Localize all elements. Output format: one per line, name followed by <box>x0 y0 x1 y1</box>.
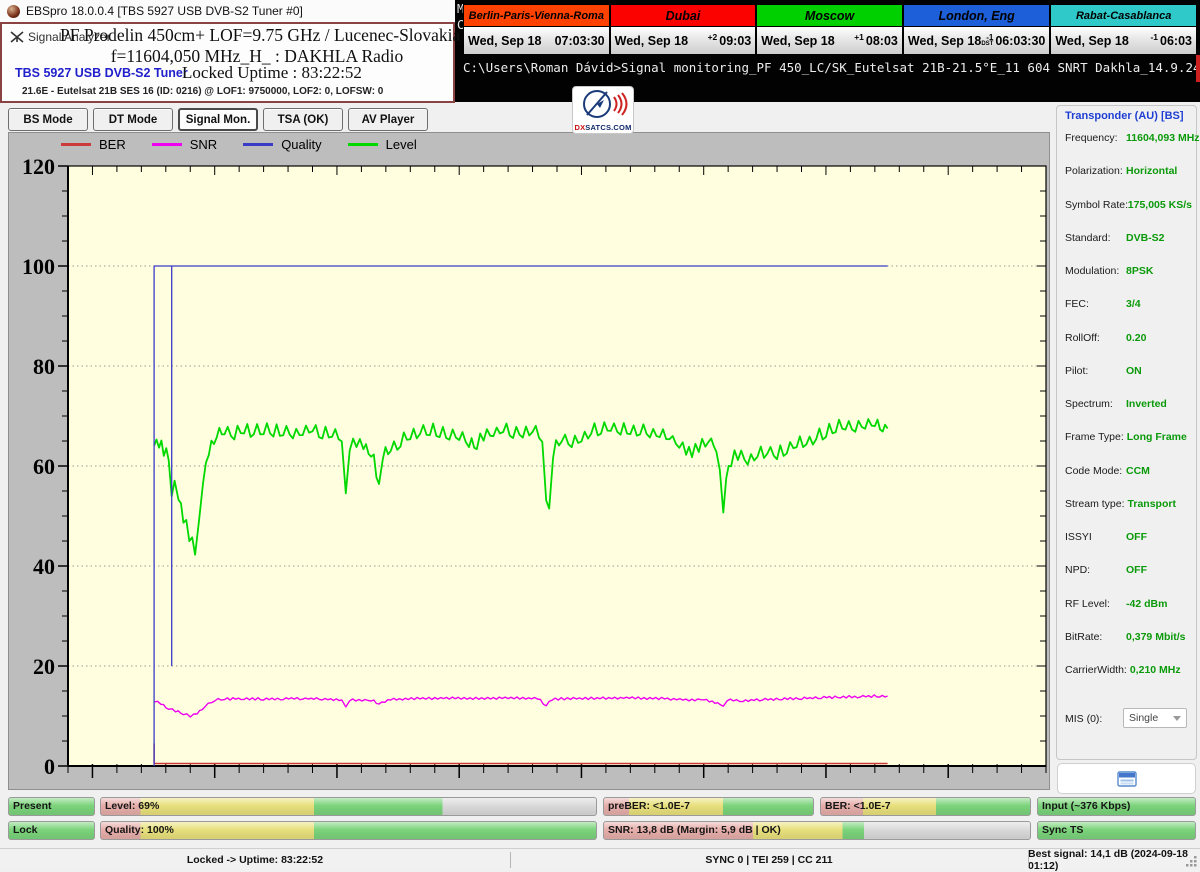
transponder-row: Symbol Rate: 175,005 KS/s <box>1065 198 1192 211</box>
clock-time: Wed, Sep 18 +2 09:03 <box>609 27 757 55</box>
gauge-label: Present <box>13 800 52 812</box>
gauge-lock: Lock <box>8 821 95 840</box>
clock-city: Moscow <box>756 4 903 27</box>
transponder-row: Stream type: Transport <box>1065 497 1176 510</box>
logo-text: DXSATCS.COM <box>574 123 632 132</box>
legend-item: Quality <box>243 137 322 152</box>
clock-city: Dubai <box>609 4 757 27</box>
tab-tsa-ok-[interactable]: TSA (OK) <box>263 108 343 131</box>
clock-time: Wed, Sep 18 -1 DST 06:03:30 <box>902 27 1051 55</box>
gauge-label: preBER: <1.0E-7 <box>608 800 690 812</box>
transponder-panel: Transponder (AU) [BS] Frequency: 11604,09… <box>1056 105 1200 760</box>
clock-city: Berlin-Paris-Vienna-Roma <box>463 4 610 27</box>
transponder-row: Modulation: 8PSK <box>1065 265 1154 277</box>
transponder-row: Frame Type: Long Frame <box>1065 431 1187 444</box>
y-axis-label: 40 <box>33 554 55 579</box>
gauge-preber: preBER: <1.0E-7 <box>603 797 814 816</box>
gauge-label: Sync TS <box>1042 824 1084 836</box>
tab-signal-mon-[interactable]: Signal Mon. <box>178 108 258 131</box>
antenna-icon <box>10 31 24 43</box>
app-icon <box>7 4 20 18</box>
gauge-label: Quality: 100% <box>105 824 174 836</box>
clock-time: Wed, Sep 18 +1 08:03 <box>756 27 903 55</box>
ts-record-button[interactable] <box>1057 763 1196 794</box>
gauge-ber: BER: <1.0E-7 <box>820 797 1031 816</box>
transponder-row: CarrierWidth: 0,210 MHz <box>1065 664 1181 676</box>
tab-bs-mode[interactable]: BS Mode <box>8 108 88 131</box>
legend-item: SNR <box>151 137 217 152</box>
tab-av-player[interactable]: AV Player <box>348 108 428 131</box>
clock-cell: Berlin-Paris-Vienna-Roma Wed, Sep 18 07:03… <box>463 4 610 55</box>
clock-time: Wed, Sep 18 07:03:30 <box>463 27 610 55</box>
y-axis-label: 20 <box>33 654 55 679</box>
gauge-snr: SNR: 13,8 dB (Margin: 5,9 dB | OK) <box>603 821 1031 840</box>
transponder-row: RollOff: 0.20 <box>1065 331 1147 344</box>
ts-file-icon <box>1116 770 1137 787</box>
window-title: EBSpro 18.0.0.4 [TBS 5927 USB DVB-S2 Tun… <box>26 4 303 18</box>
gauge-label: BER: <1.0E-7 <box>825 800 891 812</box>
status-separator <box>510 852 511 868</box>
transponder-row: Frequency: 11604,093 MHz <box>1065 132 1200 144</box>
y-axis-label: 120 <box>22 154 55 179</box>
window-titlebar: EBSpro 18.0.0.4 [TBS 5927 USB DVB-S2 Tun… <box>0 0 455 22</box>
dxsatcs-logo: DXSATCS.COM <box>572 86 634 134</box>
y-axis-label: 80 <box>33 354 55 379</box>
tab-dt-mode[interactable]: DT Mode <box>93 108 173 131</box>
transponder-row: RF Level: -42 dBm <box>1065 597 1168 610</box>
gauge-sync-ts: Sync TS <box>1037 821 1196 840</box>
status-best-signal: Best signal: 14,1 dB (2024-09-18 01:12) <box>1028 848 1188 872</box>
mis-select[interactable]: Single <box>1123 708 1187 728</box>
legend-item: Level <box>347 137 417 152</box>
console-command-line[interactable]: C:\Users\Roman Dávid>Signal monitoring_P… <box>463 60 1200 75</box>
clock-city: Rabat-Casablanca <box>1050 4 1197 27</box>
transponder-row: FEC: 3/4 <box>1065 298 1141 311</box>
signal-analyzer-window: Signal Analyzer PF Prodelin 450cm+ LOF=9… <box>0 22 461 103</box>
gauge-label: Input (~376 Kbps) <box>1042 800 1131 812</box>
resize-grip[interactable] <box>1186 856 1198 868</box>
dish-title: PF Prodelin 450cm+ LOF=9.75 GHz / Lucene… <box>60 25 461 45</box>
plot-area <box>67 165 1047 767</box>
status-sync: SYNC 0 | TEI 259 | CC 211 <box>705 854 833 866</box>
tab-row: BS Mode DT Mode Signal Mon. TSA (OK) AV Play… <box>8 108 428 131</box>
chart-legend: BER SNR Quality Level <box>61 137 417 152</box>
transponder-panel-title: Transponder (AU) [BS] <box>1065 110 1184 122</box>
clock-grid: Berlin-Paris-Vienna-Roma Wed, Sep 18 07:03… <box>463 4 1197 55</box>
clock-city: London, Eng <box>902 4 1051 27</box>
signal-plot: 0 20 40 60 80 100 120 <box>9 133 1049 796</box>
gauge-input-376-kbps-: Input (~376 Kbps) <box>1037 797 1196 816</box>
transponder-row: Code Mode: CCM <box>1065 464 1150 477</box>
gauge-quality: Quality: 100% <box>100 821 597 840</box>
clock-cell: Dubai Wed, Sep 18 +2 09:03 <box>609 4 757 55</box>
transponder-row: BitRate: 0,379 Mbit/s <box>1065 630 1186 643</box>
y-axis-label: 60 <box>33 454 55 479</box>
transponder-row: Pilot: ON <box>1065 364 1142 377</box>
transponder-row: Spectrum: Inverted <box>1065 398 1167 410</box>
gauge-label: SNR: 13,8 dB (Margin: 5,9 dB | OK) <box>608 824 781 836</box>
gauge-label: Lock <box>13 824 38 836</box>
satellite-dish-icon <box>583 90 628 118</box>
status-separator <box>1028 852 1029 868</box>
y-axis-label: 0 <box>44 754 55 779</box>
transponder-row: Standard: DVB-S2 <box>1065 231 1165 244</box>
gauge-label: Level: 69% <box>105 800 160 812</box>
y-axis-label: 100 <box>22 254 55 279</box>
gauge-present: Present <box>8 797 95 816</box>
chevron-down-icon <box>1173 715 1181 721</box>
clock-time: Wed, Sep 18 -1 06:03 <box>1050 27 1197 55</box>
status-uptime: Locked -> Uptime: 83:22:52 <box>186 854 324 866</box>
transponder-row: ISSYI OFF <box>1065 531 1147 543</box>
console-edge-marker <box>1196 55 1200 82</box>
satellite-details: 21.6E - Eutelsat 21B SES 16 (ID: 0216) @… <box>22 86 384 97</box>
gauge-level: Level: 69% <box>100 797 597 816</box>
console-window: M: C( Berlin-Paris-Vienna-RomaWed, Sep 1… <box>455 0 1200 102</box>
clock-cell: Moscow Wed, Sep 18 +1 08:03 <box>756 4 903 55</box>
locked-uptime: Locked Uptime : 83:22:52 <box>182 63 362 82</box>
transponder-row: Polarization: Horizontal <box>1065 165 1178 178</box>
transponder-row: NPD: OFF <box>1065 564 1147 577</box>
legend-item: BER <box>61 137 126 152</box>
signal-chart-panel: BER SNR Quality Level 0 20 40 60 80 100 120 <box>8 132 1050 790</box>
clock-cell: Rabat-Casablanca Wed, Sep 18 -1 06:03 <box>1050 4 1197 55</box>
clock-cell: London, Eng Wed, Sep 18 -1 DST 06:03:30 <box>902 4 1051 55</box>
status-bar: Locked -> Uptime: 83:22:52 SYNC 0 | TEI … <box>0 848 1200 872</box>
